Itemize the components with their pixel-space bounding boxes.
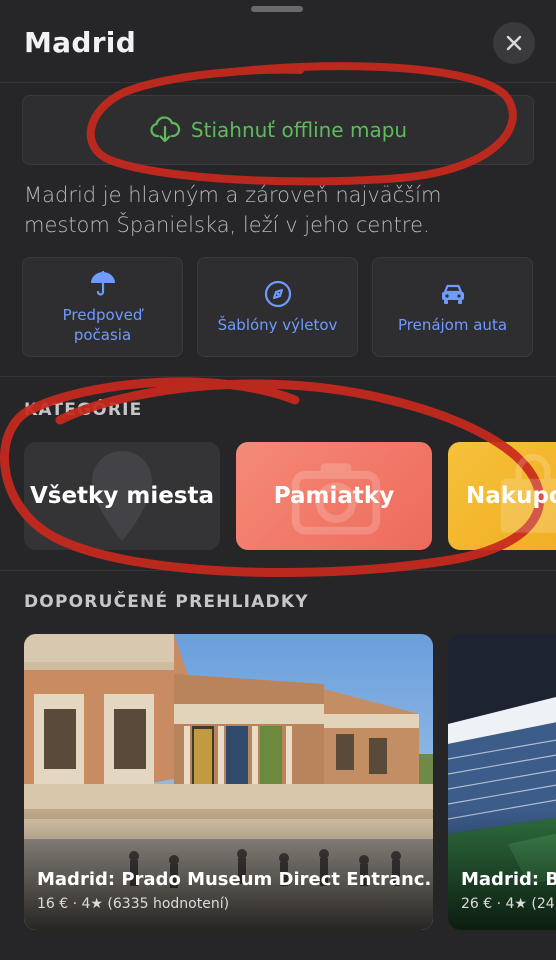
- recommended-tours-section-label: DOPORUČENÉ PREHLIADKY: [24, 592, 309, 612]
- download-offline-map-label: Stiahnuť offline mapu: [190, 118, 408, 142]
- tour-card[interactable]: Madrid: Be 26 € · 4★ (24: [448, 634, 556, 930]
- weather-forecast-label-line2: počasia: [73, 326, 132, 344]
- category-all-places[interactable]: Všetky miesta: [24, 442, 220, 550]
- tour-title: Madrid: Be: [461, 869, 556, 890]
- divider: [0, 570, 556, 571]
- trip-templates-label: Šablóny výletov: [217, 316, 338, 334]
- tour-price-rating: 26 € · 4★ (24: [461, 896, 555, 912]
- cloud-download-icon: [150, 116, 181, 143]
- header: Madrid: [0, 14, 556, 82]
- category-landmarks[interactable]: Pamiatky: [236, 442, 432, 550]
- weather-forecast-button[interactable]: Predpoveď počasia: [22, 257, 183, 357]
- bottom-sheet: Madrid Stiahnuť offline mapu Madrid je h…: [0, 0, 556, 960]
- weather-forecast-label-line1: Predpoveď: [62, 306, 143, 324]
- car-rental-button[interactable]: Prenájom auta: [372, 257, 533, 357]
- category-landmarks-label: Pamiatky: [273, 483, 395, 509]
- trip-templates-button[interactable]: Šablóny výletov: [197, 257, 358, 357]
- category-shopping-label: Nakupovanie: [466, 483, 556, 509]
- drag-handle[interactable]: [251, 6, 303, 12]
- compass-icon: [264, 280, 291, 308]
- download-offline-map-button[interactable]: Stiahnuť offline mapu: [22, 95, 534, 165]
- close-button[interactable]: [493, 22, 535, 64]
- city-description: Madrid je hlavným a zároveň najväčším me…: [24, 183, 442, 237]
- tour-card[interactable]: Madrid: Prado Museum Direct Entranc... 1…: [24, 634, 433, 930]
- page-title: Madrid: [24, 26, 137, 59]
- divider: [0, 82, 556, 83]
- category-shopping[interactable]: Nakupovanie: [448, 442, 556, 550]
- tour-price-rating: 16 € · 4★ (6335 hodnotení): [37, 896, 230, 912]
- close-icon: [506, 35, 522, 51]
- umbrella-icon: [90, 271, 115, 296]
- category-all-places-label: Všetky miesta: [29, 483, 215, 509]
- car-icon: [441, 284, 464, 304]
- categories-section-label: KATEGÓRIE: [24, 400, 143, 420]
- car-rental-label: Prenájom auta: [397, 316, 508, 334]
- tour-title: Madrid: Prado Museum Direct Entranc...: [37, 869, 433, 890]
- divider: [0, 376, 556, 377]
